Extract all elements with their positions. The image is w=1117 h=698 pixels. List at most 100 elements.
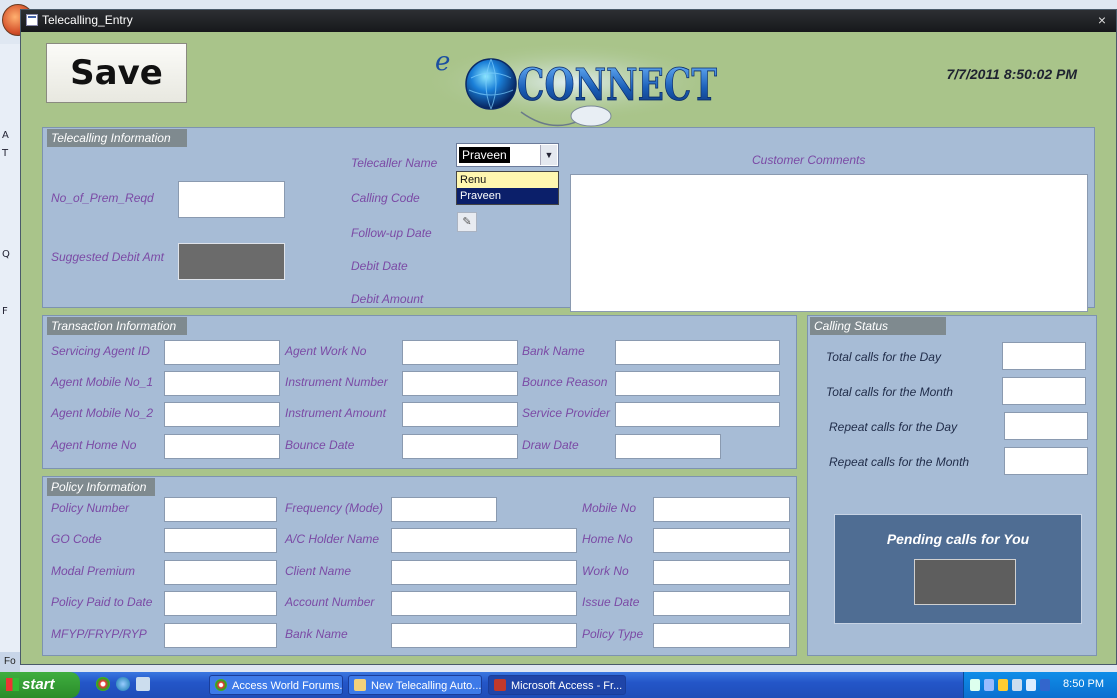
policy-bank-name-label: Bank Name bbox=[285, 627, 348, 641]
mfyp-fryp-ryp-input[interactable] bbox=[164, 623, 277, 648]
task-microsoft-access[interactable]: Microsoft Access - Fr... bbox=[488, 675, 626, 695]
system-tray: 8:50 PM bbox=[963, 672, 1117, 698]
chevron-down-icon[interactable]: ▼ bbox=[540, 145, 557, 165]
suggested-debit-label: Suggested Debit Amt bbox=[51, 250, 164, 264]
service-provider-label: Service Provider bbox=[522, 406, 611, 420]
telecalling-information-section: Telecalling Information No_of_Prem_Reqd … bbox=[42, 127, 1095, 312]
service-provider-input[interactable] bbox=[615, 402, 780, 427]
security-shield-icon[interactable] bbox=[998, 679, 1008, 691]
agent-work-no-label: Agent Work No bbox=[285, 344, 367, 358]
pending-calls-label: Pending calls for You bbox=[886, 531, 1030, 547]
nav-letter: F bbox=[2, 306, 8, 317]
telecaller-name-dropdown: Renu Praveen bbox=[456, 171, 559, 205]
agent-mobile-1-label: Agent Mobile No_1 bbox=[51, 375, 154, 389]
network-icon[interactable] bbox=[984, 679, 994, 691]
repeat-calls-month-label: Repeat calls for the Month bbox=[829, 455, 970, 469]
tray-app-icon[interactable] bbox=[1012, 679, 1022, 691]
save-button[interactable]: Save bbox=[46, 43, 187, 103]
dropdown-option-renu[interactable]: Renu bbox=[457, 172, 558, 188]
no-of-prem-input[interactable] bbox=[178, 181, 285, 218]
pending-calls-value bbox=[914, 559, 1016, 605]
customer-comments-textarea[interactable] bbox=[570, 174, 1088, 312]
agent-home-no-input[interactable] bbox=[164, 434, 280, 459]
nav-letter: Q bbox=[2, 249, 10, 260]
task-access-world-forums[interactable]: Access World Forums... bbox=[209, 675, 343, 695]
folder-icon bbox=[354, 679, 366, 691]
frequency-mode-input[interactable] bbox=[391, 497, 497, 522]
form-icon bbox=[26, 14, 38, 26]
section-title: Policy Information bbox=[47, 478, 155, 496]
home-no-input[interactable] bbox=[653, 528, 790, 553]
work-no-input[interactable] bbox=[653, 560, 790, 585]
bank-name-input[interactable] bbox=[615, 340, 780, 365]
work-no-label: Work No bbox=[582, 564, 629, 578]
instrument-amount-label: Instrument Amount bbox=[285, 406, 386, 420]
chrome-icon bbox=[215, 679, 227, 691]
calling-code-label: Calling Code bbox=[351, 191, 420, 205]
servicing-agent-id-label: Servicing Agent ID bbox=[51, 344, 150, 358]
task-new-telecalling[interactable]: New Telecalling Auto... bbox=[348, 675, 482, 695]
home-no-label: Home No bbox=[582, 532, 633, 546]
tray-arrow-icon[interactable] bbox=[970, 679, 980, 691]
windows-flag-icon bbox=[6, 678, 19, 691]
client-name-input[interactable] bbox=[391, 560, 577, 585]
section-title: Transaction Information bbox=[47, 317, 187, 335]
go-code-label: GO Code bbox=[51, 532, 102, 546]
policy-type-input[interactable] bbox=[653, 623, 790, 648]
policy-bank-name-input[interactable] bbox=[391, 623, 577, 648]
repeat-calls-day-label: Repeat calls for the Day bbox=[829, 420, 958, 434]
taskbar-clock: 8:50 PM bbox=[1063, 678, 1104, 690]
suggested-debit-amount-field bbox=[178, 243, 285, 280]
followup-date-label: Follow-up Date bbox=[351, 226, 432, 240]
telecalling-entry-form: Telecalling_Entry × Save e CONNECT 7/7/2… bbox=[20, 9, 1117, 665]
ac-holder-name-input[interactable] bbox=[391, 528, 577, 553]
form-titlebar: Telecalling_Entry × bbox=[21, 10, 1116, 32]
nav-letter: A bbox=[2, 130, 9, 141]
nav-letter: T bbox=[2, 148, 9, 159]
policy-information-section: Policy Information Policy Number GO Code… bbox=[42, 476, 797, 656]
bounce-date-input[interactable] bbox=[402, 434, 518, 459]
access-icon bbox=[494, 679, 506, 691]
task-label: New Telecalling Auto... bbox=[371, 680, 482, 692]
policy-number-input[interactable] bbox=[164, 497, 277, 522]
agent-mobile-2-input[interactable] bbox=[164, 402, 280, 427]
draw-date-input[interactable] bbox=[615, 434, 721, 459]
current-datetime: 7/7/2011 8:50:02 PM bbox=[946, 66, 1078, 82]
go-code-input[interactable] bbox=[164, 528, 277, 553]
account-number-input[interactable] bbox=[391, 591, 577, 616]
mobile-no-input[interactable] bbox=[653, 497, 790, 522]
show-desktop-icon[interactable] bbox=[136, 677, 150, 691]
telecaller-name-value: Praveen bbox=[459, 147, 510, 163]
mfyp-fryp-ryp-label: MFYP/FRYP/RYP bbox=[51, 627, 147, 641]
instrument-number-input[interactable] bbox=[402, 371, 518, 396]
bounce-reason-input[interactable] bbox=[615, 371, 780, 396]
calendar-picker-icon[interactable]: ✎ bbox=[457, 212, 477, 232]
policy-paid-to-date-input[interactable] bbox=[164, 591, 277, 616]
transaction-information-section: Transaction Information Servicing Agent … bbox=[42, 315, 797, 469]
volume-icon[interactable] bbox=[1026, 679, 1036, 691]
dropdown-option-praveen[interactable]: Praveen bbox=[457, 188, 558, 204]
policy-type-label: Policy Type bbox=[582, 627, 644, 641]
chrome-icon[interactable] bbox=[96, 677, 110, 691]
status-bar-text: Fo bbox=[0, 652, 20, 672]
issue-date-input[interactable] bbox=[653, 591, 790, 616]
section-title: Calling Status bbox=[810, 317, 946, 335]
ac-holder-name-label: A/C Holder Name bbox=[285, 532, 380, 546]
windows-taskbar: start Access World Forums... New Telecal… bbox=[0, 672, 1117, 698]
telecaller-name-label: Telecaller Name bbox=[351, 156, 438, 170]
battery-icon[interactable] bbox=[1040, 679, 1050, 691]
total-calls-day-field bbox=[1002, 342, 1086, 370]
draw-date-label: Draw Date bbox=[522, 438, 579, 452]
start-label: start bbox=[22, 676, 55, 693]
mobile-no-label: Mobile No bbox=[582, 501, 637, 515]
modal-premium-input[interactable] bbox=[164, 560, 277, 585]
agent-mobile-1-input[interactable] bbox=[164, 371, 280, 396]
instrument-amount-input[interactable] bbox=[402, 402, 518, 427]
internet-explorer-icon[interactable] bbox=[116, 677, 130, 691]
telecaller-name-combobox[interactable]: Praveen ▼ bbox=[456, 143, 559, 167]
start-button[interactable]: start bbox=[0, 672, 80, 698]
servicing-agent-id-input[interactable] bbox=[164, 340, 280, 365]
agent-work-no-input[interactable] bbox=[402, 340, 518, 365]
close-icon[interactable]: × bbox=[1098, 12, 1106, 28]
pending-calls-panel: Pending calls for You bbox=[834, 514, 1082, 624]
